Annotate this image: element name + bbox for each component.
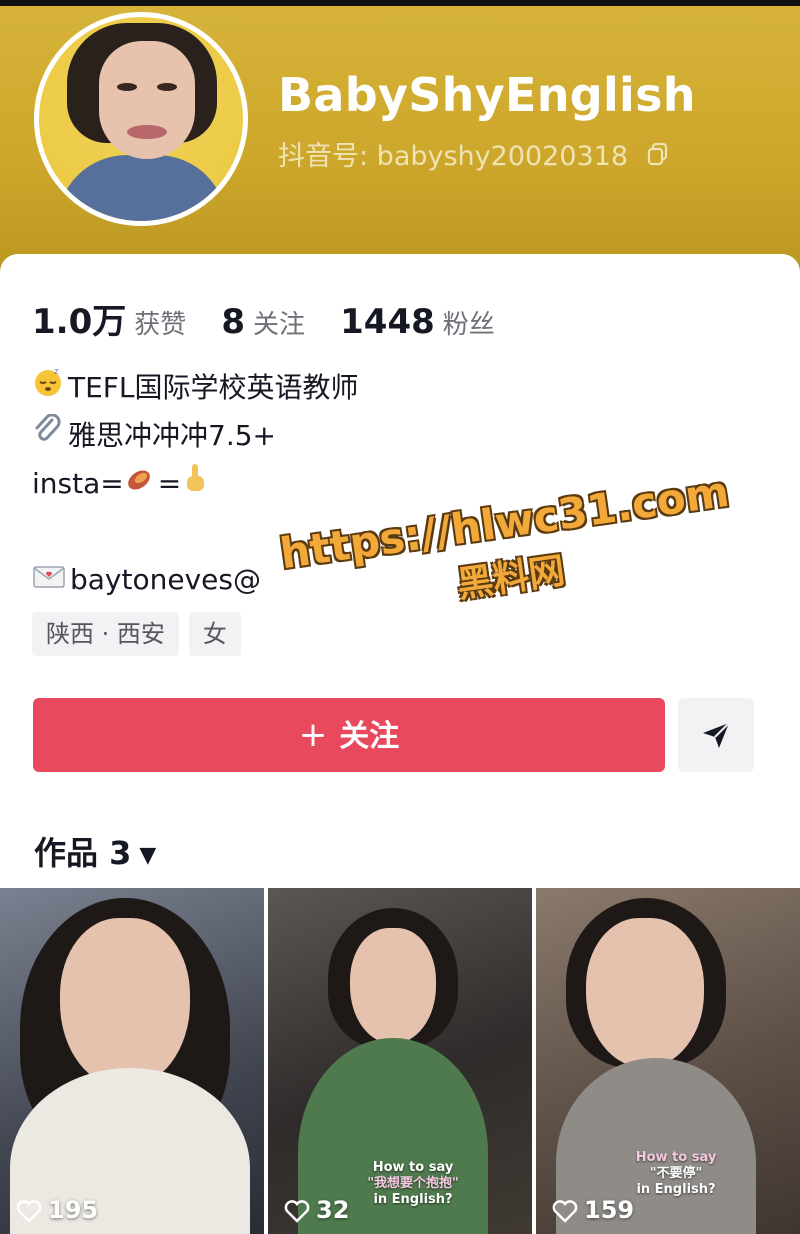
heart-icon	[16, 1200, 42, 1223]
bio-line-2: 雅思冲冲冲7.5+	[32, 412, 359, 460]
bio-line-3: insta= =	[32, 460, 359, 508]
bio-email: baytoneves@	[70, 563, 261, 596]
bio-line-1: z TEFL国际学校英语教师	[32, 364, 359, 412]
paperclip-icon	[32, 413, 64, 461]
video-likes: 32	[284, 1196, 349, 1224]
stats-row: 1.0万 获赞 8 关注 1448 粉丝	[32, 294, 525, 343]
video-caption-line: How to say	[372, 1160, 454, 1175]
sleepy-face-icon: z	[32, 365, 64, 413]
avatar[interactable]	[34, 12, 248, 226]
profile-card: 1.0万 获赞 8 关注 1448 粉丝 z TEFL国际学校英语教师 雅思冲冲冲7.…	[0, 254, 800, 1234]
stat-following[interactable]: 8 关注	[221, 302, 305, 342]
tag-location: 陕西 · 西安	[32, 612, 179, 656]
stat-followers-value: 1448	[340, 302, 435, 342]
follow-button[interactable]: + 关注	[33, 698, 665, 772]
stat-followers-label: 粉丝	[442, 310, 495, 340]
video-thumbnail[interactable]: How to say "不要停" in English? 159	[536, 888, 800, 1234]
message-button[interactable]	[678, 698, 754, 772]
works-label: 作品 3	[34, 834, 132, 872]
bio-text-3-mid: =	[157, 467, 182, 500]
stat-following-value: 8	[221, 302, 246, 342]
stat-likes-value: 1.0万	[32, 302, 127, 342]
heart-icon	[284, 1200, 310, 1223]
video-thumbnail[interactable]: How to say "我想要个抱抱" in English? 32	[268, 888, 532, 1234]
video-thumbnail[interactable]: 195	[0, 888, 264, 1234]
plus-icon: +	[298, 715, 328, 755]
pointing-up-hand-icon	[181, 461, 209, 509]
video-caption: How to say "我想要个抱抱" in English?	[348, 1160, 478, 1208]
tag-row: 陕西 · 西安女	[32, 612, 251, 656]
works-tab[interactable]: 作品 3 ▼	[34, 828, 156, 874]
video-likes-count: 195	[48, 1196, 99, 1224]
follow-button-label: 关注	[339, 719, 400, 754]
envelope-heart-icon	[32, 557, 66, 605]
video-likes: 195	[16, 1196, 98, 1224]
video-likes: 159	[552, 1196, 634, 1224]
bio-text-1: TEFL国际学校英语教师	[68, 371, 359, 404]
stat-likes-label: 获赞	[134, 310, 187, 340]
douyin-id-row: 抖音号: babyshy20020318	[278, 134, 669, 173]
send-icon	[703, 722, 730, 748]
heart-icon	[552, 1200, 578, 1223]
video-caption: How to say "不要停" in English?	[616, 1150, 736, 1198]
stat-following-label: 关注	[253, 310, 306, 340]
copy-icon[interactable]	[647, 142, 669, 173]
status-bar	[0, 0, 800, 6]
video-likes-count: 32	[316, 1196, 350, 1224]
video-caption-line: "我想要个抱抱"	[367, 1176, 459, 1191]
profile-header: BabyShyEnglish 抖音号: babyshy20020318	[0, 0, 800, 290]
bio-text-3-prefix: insta=	[32, 467, 124, 500]
svg-text:z: z	[54, 367, 59, 377]
sweet-potato-icon	[124, 461, 154, 509]
caret-down-icon: ▼	[139, 842, 157, 868]
stat-likes[interactable]: 1.0万 获赞	[32, 294, 186, 343]
video-caption-line: in English?	[373, 1192, 453, 1207]
video-likes-count: 159	[584, 1196, 635, 1224]
profile-name: BabyShyEnglish	[278, 68, 696, 122]
video-caption-line: "不要停"	[649, 1166, 703, 1181]
bio-text-2: 雅思冲冲冲7.5+	[68, 419, 276, 452]
stat-followers[interactable]: 1448 粉丝	[340, 302, 495, 342]
video-grid: 195 How to say "我想要个抱抱" in English? 32 H…	[0, 888, 800, 1234]
douyin-id: 抖音号: babyshy20020318	[278, 141, 629, 172]
video-caption-line: How to say	[635, 1150, 717, 1165]
tag-gender: 女	[188, 612, 241, 656]
